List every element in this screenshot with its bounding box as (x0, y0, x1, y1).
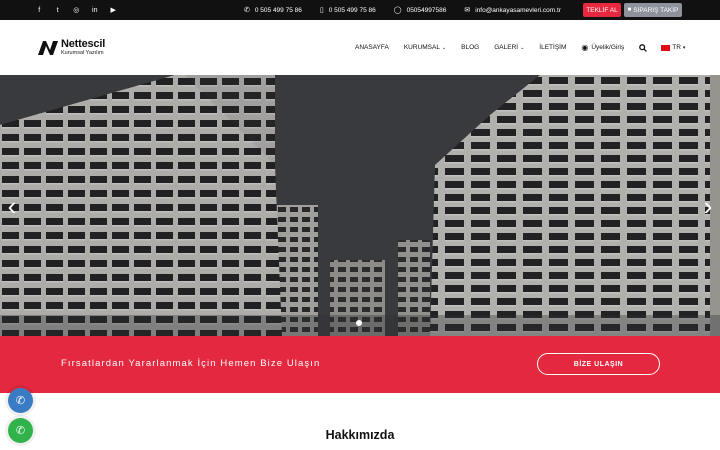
phone-icon: ✆ (15, 395, 26, 407)
nav-home-label: ANASAYFA (355, 44, 389, 51)
hero-image (0, 75, 720, 336)
nav-corporate-label: KURUMSAL (403, 44, 440, 51)
slider-dot-active[interactable] (356, 320, 362, 326)
chevron-down-icon: ⌄ (441, 44, 447, 51)
slider-prev-button[interactable]: ‹ (2, 193, 22, 219)
whatsapp-icon: ◯ (393, 7, 402, 14)
about-title: Hakkımızda (325, 428, 395, 442)
site-header: Nettescil Kurumsal Yazılım ANASAYFA KURU… (0, 20, 720, 75)
nav-item-home[interactable]: ANASAYFA (355, 44, 389, 51)
mobile-icon: ▯ (319, 7, 324, 14)
instagram-icon[interactable]: ◎ (67, 0, 86, 20)
chevron-down-icon: ⌄ (520, 44, 525, 51)
top-bar: f t ◎ in ▶ ✆ 0 505 499 75 86 ▯ 0 505 499… (0, 0, 720, 20)
phone-link-1[interactable]: ✆ 0 505 499 75 86 (244, 6, 302, 15)
floating-phone-button[interactable]: ✆ (8, 388, 33, 413)
phone-icon: ✆ (244, 7, 250, 14)
language-select[interactable]: TR ▾ (661, 44, 685, 51)
whatsapp-link[interactable]: ◯ 05054997586 (393, 6, 447, 15)
turkey-flag-icon (661, 44, 671, 51)
phone-number-2: 0 505 499 75 86 (328, 6, 376, 14)
nav-item-contact[interactable]: İLETİŞİM (539, 44, 566, 51)
envelope-icon: ✉ (464, 7, 471, 14)
logo-subtitle: Kurumsal Yazılım (61, 50, 104, 56)
nav-contact-label: İLETİŞİM (539, 44, 567, 51)
nav-item-corporate[interactable]: KURUMSAL ⌄ (404, 44, 446, 51)
nav-login-label: Üyelik/Giriş (591, 44, 625, 51)
whatsapp-number: 05054997586 (406, 6, 447, 14)
cta-message: Fırsatlardan Yararlanmak İçin Hemen Bize… (61, 358, 321, 369)
user-icon: ◉ (581, 43, 589, 52)
logo-mark-icon (38, 40, 58, 55)
whatsapp-icon: ✆ (15, 425, 26, 437)
hero-slider: ‹ › (0, 75, 720, 336)
facebook-icon[interactable]: f (30, 0, 49, 20)
caret-down-icon: ▾ (682, 44, 686, 51)
nav-item-login[interactable]: ◉ Üyelik/Giriş (581, 43, 624, 52)
search-icon (639, 43, 648, 52)
main-nav: ANASAYFA KURUMSAL ⌄ BLOG GALERİ ⌄ İLETİŞİM… (355, 40, 685, 55)
phone-link-2[interactable]: ▯ 0 505 499 75 86 (319, 6, 376, 15)
slider-next-button[interactable]: › (698, 193, 718, 219)
nav-item-blog[interactable]: BLOG (461, 44, 479, 51)
contact-info: ✆ 0 505 499 75 86 ▯ 0 505 499 75 86 ◯ 05… (244, 0, 579, 20)
cta-band: Fırsatlardan Yararlanmak İçin Hemen Bize… (0, 336, 720, 393)
email-link[interactable]: ✉ info@ankayasamevleri.com.tr (464, 6, 561, 15)
contact-us-button[interactable]: BİZE ULAŞIN (537, 353, 660, 375)
teklif-al-button[interactable]: TEKLİF AL (583, 3, 621, 17)
floating-whatsapp-button[interactable]: ✆ (8, 418, 33, 443)
logo-brand: Nettescil (61, 38, 106, 50)
nav-blog-label: BLOG (461, 44, 480, 51)
siparis-takip-button[interactable]: ■ SİPARİŞ TAKİP (624, 3, 682, 17)
email-address: info@ankayasamevleri.com.tr (475, 6, 561, 14)
nav-gallery-label: GALERİ (494, 44, 519, 51)
linkedin-icon[interactable]: in (86, 0, 105, 20)
twitter-icon[interactable]: t (49, 0, 68, 20)
logo[interactable]: Nettescil Kurumsal Yazılım (37, 39, 105, 57)
youtube-icon[interactable]: ▶ (104, 0, 123, 20)
phone-number-1: 0 505 499 75 86 (254, 6, 302, 14)
truck-icon: ■ (627, 7, 632, 13)
nav-item-gallery[interactable]: GALERİ ⌄ (494, 44, 524, 51)
siparis-takip-label: SİPARİŞ TAKİP (633, 6, 679, 14)
social-links: f t ◎ in ▶ (30, 0, 123, 20)
language-label: TR (672, 44, 681, 51)
search-button[interactable] (639, 43, 648, 52)
